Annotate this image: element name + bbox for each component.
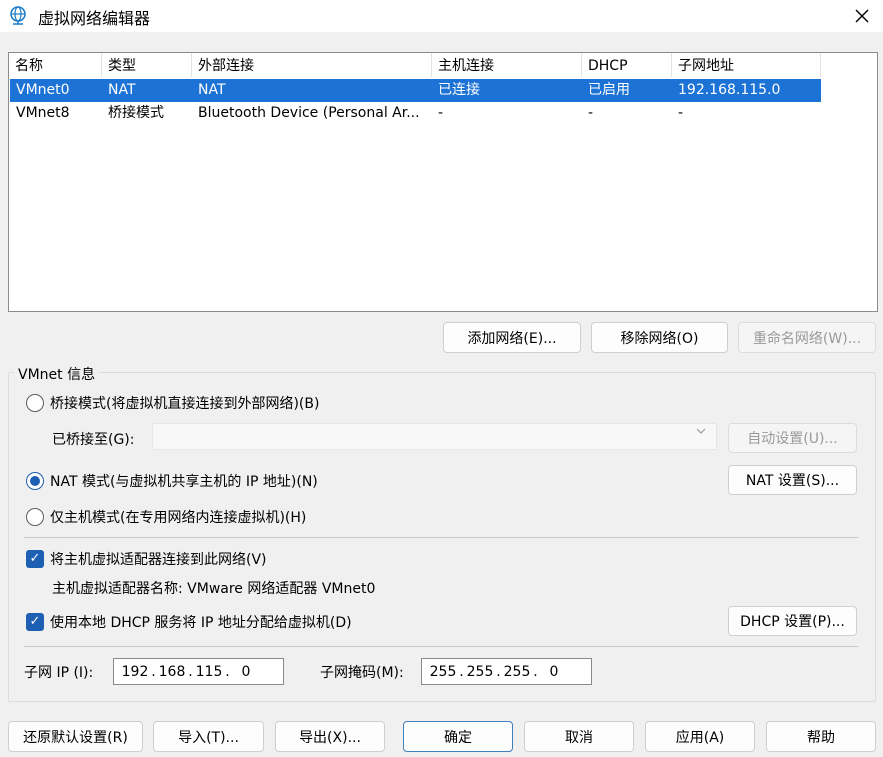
bridged-to-select[interactable]: [152, 423, 717, 450]
mask-octet[interactable]: 255: [465, 664, 495, 680]
mask-octet[interactable]: 255: [428, 664, 458, 680]
ip-dot: .: [533, 663, 538, 680]
cell-subnet: -: [678, 105, 684, 121]
ip-dot: .: [459, 663, 464, 680]
bridged-to-label: 已桥接至(G):: [52, 432, 135, 448]
cell-host: 已连接: [438, 82, 480, 98]
help-button[interactable]: 帮助: [766, 721, 876, 752]
cell-subnet: 192.168.115.0: [678, 82, 781, 98]
ip-dot: .: [496, 663, 501, 680]
cell-external: Bluetooth Device (Personal Ar...: [198, 105, 420, 121]
subnet-mask-label: 子网掩码(M):: [320, 665, 404, 681]
ip-octet[interactable]: 168: [157, 664, 187, 680]
subnet-mask-input[interactable]: 255 . 255 . 255 . 0: [421, 658, 592, 685]
close-icon: [855, 9, 868, 23]
col-header-host[interactable]: 主机连接: [432, 53, 582, 77]
mask-octet[interactable]: 0: [539, 664, 569, 680]
window-title: 虚拟网络编辑器: [38, 9, 151, 28]
close-button[interactable]: [840, 0, 883, 32]
host-only-radio[interactable]: [26, 508, 44, 526]
use-dhcp-label[interactable]: 使用本地 DHCP 服务将 IP 地址分配给虚拟机(D): [50, 612, 352, 632]
cell-host: -: [438, 105, 444, 121]
checkmark-icon: ✓: [29, 551, 41, 566]
network-globe-icon: [8, 5, 28, 25]
col-header-dhcp[interactable]: DHCP: [582, 53, 672, 77]
adapter-name-text: 主机虚拟适配器名称: VMware 网络适配器 VMnet0: [52, 581, 376, 597]
use-dhcp-checkbox[interactable]: ✓: [26, 613, 44, 631]
ip-octet[interactable]: 115: [194, 664, 224, 680]
checkmark-icon: ✓: [29, 614, 41, 629]
import-button[interactable]: 导入(T)...: [153, 721, 264, 752]
add-network-button[interactable]: 添加网络(E)...: [443, 322, 581, 353]
ip-octet[interactable]: 192: [120, 664, 150, 680]
connect-adapter-checkbox[interactable]: ✓: [26, 550, 44, 568]
rename-network-button[interactable]: 重命名网络(W)...: [738, 322, 876, 353]
subnet-ip-input[interactable]: 192 . 168 . 115 . 0: [113, 658, 284, 685]
ip-octet[interactable]: 0: [231, 664, 261, 680]
auto-settings-button[interactable]: 自动设置(U)...: [728, 423, 857, 453]
bridge-mode-radio[interactable]: [26, 394, 44, 412]
col-header-subnet[interactable]: 子网地址: [672, 53, 821, 77]
restore-defaults-button[interactable]: 还原默认设置(R): [8, 721, 143, 752]
vmnet-info-label: VMnet 信息: [14, 364, 100, 384]
bridge-mode-label[interactable]: 桥接模式(将虚拟机直接连接到外部网络)(B): [50, 393, 319, 413]
cell-name: VMnet0: [16, 82, 70, 98]
col-header-external[interactable]: 外部连接: [192, 53, 432, 77]
nat-settings-button[interactable]: NAT 设置(S)...: [728, 465, 857, 495]
cell-type: 桥接模式: [108, 105, 164, 121]
remove-network-button[interactable]: 移除网络(O): [591, 322, 728, 353]
table-row[interactable]: VMnet0 NAT NAT 已连接 已启用 192.168.115.0: [10, 79, 821, 102]
cell-external: NAT: [198, 82, 226, 98]
subnet-ip-label: 子网 IP (I):: [24, 665, 94, 681]
host-only-label[interactable]: 仅主机模式(在专用网络内连接虚拟机)(H): [50, 507, 306, 527]
network-table[interactable]: 名称 类型 外部连接 主机连接 DHCP 子网地址 VMnet0 NAT NAT…: [8, 52, 878, 312]
nat-mode-label[interactable]: NAT 模式(与虚拟机共享主机的 IP 地址)(N): [50, 471, 318, 491]
col-header-name[interactable]: 名称: [9, 53, 102, 77]
chevron-down-icon: [695, 425, 707, 440]
ip-dot: .: [188, 663, 193, 680]
export-button[interactable]: 导出(X)...: [275, 721, 385, 752]
ip-dot: .: [151, 663, 156, 680]
cell-dhcp: -: [588, 105, 594, 121]
cell-name: VMnet8: [16, 105, 70, 121]
cell-type: NAT: [108, 82, 136, 98]
ip-dot: .: [225, 663, 230, 680]
table-row[interactable]: VMnet8 桥接模式 Bluetooth Device (Personal A…: [10, 102, 821, 125]
ok-button[interactable]: 确定: [403, 721, 513, 752]
separator: [24, 646, 858, 647]
col-header-type[interactable]: 类型: [102, 53, 192, 77]
cell-dhcp: 已启用: [588, 82, 630, 98]
dhcp-settings-button[interactable]: DHCP 设置(P)...: [728, 606, 857, 636]
mask-octet[interactable]: 255: [502, 664, 532, 680]
cancel-button[interactable]: 取消: [524, 721, 634, 752]
separator: [24, 537, 858, 538]
apply-button[interactable]: 应用(A): [645, 721, 755, 752]
nat-mode-radio[interactable]: [26, 472, 44, 490]
connect-adapter-label[interactable]: 将主机虚拟适配器连接到此网络(V): [50, 549, 267, 569]
